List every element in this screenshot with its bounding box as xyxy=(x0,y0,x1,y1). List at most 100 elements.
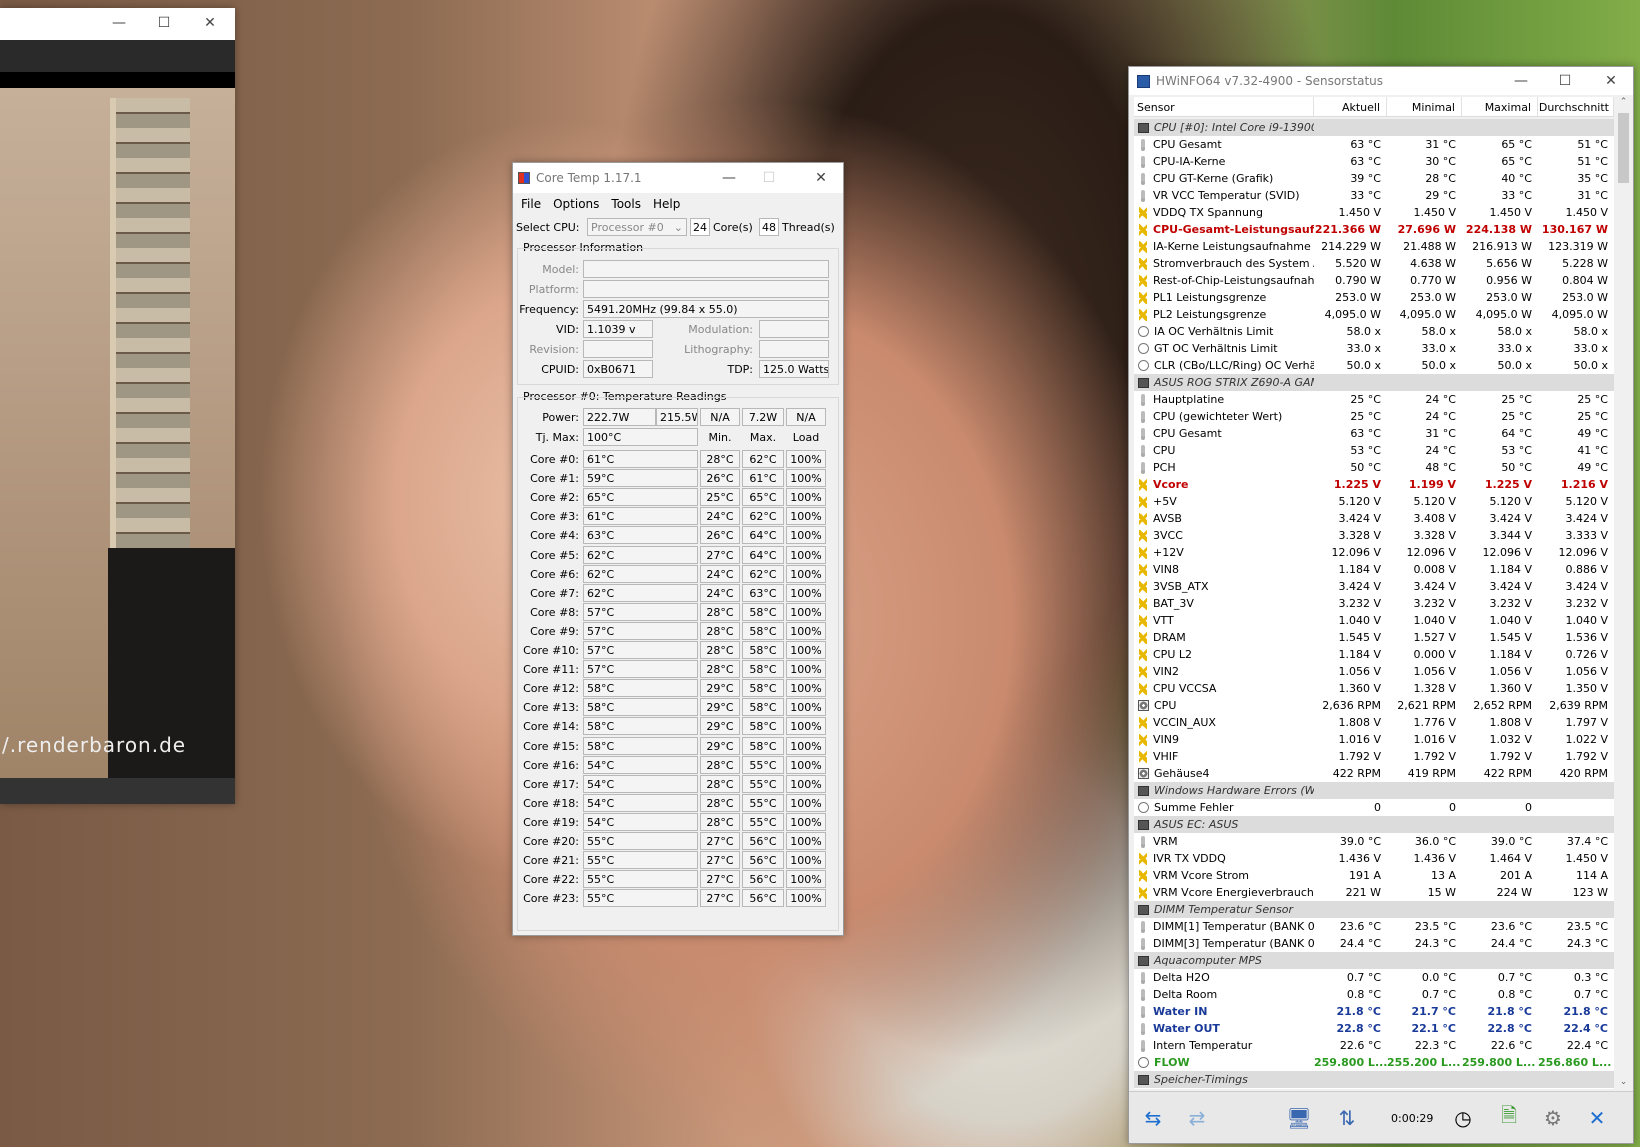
sensor-row[interactable]: IA OC Verhältnis Limit 58.0 x 58.0 x 58.0 x… xyxy=(1134,323,1614,340)
sensor-row[interactable]: VRM Vcore Strom 191 A 13 A 201 A 114 A xyxy=(1134,867,1614,884)
sensor-row[interactable]: Hauptplatine 25 °C 24 °C 25 °C 25 °C xyxy=(1134,391,1614,408)
sensor-row[interactable]: VRM 39.0 °C 36.0 °C 39.0 °C 37.4 °C xyxy=(1134,833,1614,850)
sensor-row[interactable]: Water OUT 22.8 °C 22.1 °C 22.8 °C 22.4 °C xyxy=(1134,1020,1614,1037)
nav-arrows-icon[interactable]: ⇆ xyxy=(1133,1100,1173,1136)
sensor-row[interactable]: DIMM[3] Temperatur (BANK 0/... 24.4 °C 24.… xyxy=(1134,935,1614,952)
sensor-row[interactable]: Summe Fehler 0 0 0 xyxy=(1134,799,1614,816)
sensor-group-row[interactable]: DIMM Temperatur Sensor xyxy=(1134,901,1614,918)
sensor-row[interactable]: CPU GT-Kerne (Grafik) 39 °C 28 °C 40 °C 35 °… xyxy=(1134,170,1614,187)
scroll-up-icon[interactable]: ⌃ xyxy=(1616,97,1631,107)
sensor-row[interactable]: 3VSB_ATX 3.424 V 3.424 V 3.424 V 3.424 V xyxy=(1134,578,1614,595)
sensor-row[interactable]: VRM Vcore Energieverbrauch 221 W 15 W 224 W… xyxy=(1134,884,1614,901)
sensor-row[interactable]: DIMM[1] Temperatur (BANK 0/... 23.6 °C 23.… xyxy=(1134,918,1614,935)
select-cpu-label: Select CPU: xyxy=(516,221,580,234)
col-sensor[interactable]: Sensor xyxy=(1134,97,1314,116)
sensor-row[interactable]: IVR TX VDDQ 1.436 V 1.436 V 1.464 V 1.450 V xyxy=(1134,850,1614,867)
sensor-row[interactable]: VIN2 1.056 V 1.056 V 1.056 V 1.056 V xyxy=(1134,663,1614,680)
col-current[interactable]: Aktuell xyxy=(1314,97,1387,116)
sensor-row[interactable]: DRAM 1.545 V 1.527 V 1.545 V 1.536 V xyxy=(1134,629,1614,646)
sensor-row[interactable]: Gehäuse4 422 RPM 419 RPM 422 RPM 420 RPM xyxy=(1134,765,1614,782)
sensor-group-row[interactable]: Aquacomputer MPS xyxy=(1134,952,1614,969)
sensor-row[interactable]: VDDQ TX Spannung 1.450 V 1.450 V 1.450 V 1.4… xyxy=(1134,204,1614,221)
sensor-maximum-cell: 39.0 °C xyxy=(1490,835,1532,848)
menu-tools[interactable]: Tools xyxy=(611,197,641,211)
sensor-row[interactable]: FLOW 259.800 L... 255.200 L... 259.800 L...… xyxy=(1134,1054,1614,1071)
sensor-row[interactable]: VHIF 1.792 V 1.792 V 1.792 V 1.792 V xyxy=(1134,748,1614,765)
sensor-group-row[interactable]: Speicher-Timings xyxy=(1134,1071,1614,1088)
sensor-group-row[interactable]: ASUS EC: ASUS xyxy=(1134,816,1614,833)
minimize-button[interactable]: — xyxy=(97,8,141,38)
scroll-down-icon[interactable]: ⌄ xyxy=(1616,1077,1631,1087)
core-current-temp: 57°C xyxy=(583,621,698,640)
lightning-icon xyxy=(1139,597,1147,610)
cores-count: 24 xyxy=(690,218,710,236)
network-icon[interactable]: ⇅ xyxy=(1327,1100,1367,1136)
sensor-row[interactable]: CPU 53 °C 24 °C 53 °C 41 °C xyxy=(1134,442,1614,459)
maximize-button[interactable]: ☐ xyxy=(749,163,789,193)
sensor-row[interactable]: CPU-Gesamt-Leistungsauf... 221.366 W 27.69… xyxy=(1134,221,1614,238)
sensor-row[interactable]: Rest-of-Chip-Leistungsaufnahme 0.790 W 0.7… xyxy=(1134,272,1614,289)
menu-options[interactable]: Options xyxy=(553,197,599,211)
sensor-row[interactable]: CPU Gesamt 63 °C 31 °C 65 °C 51 °C xyxy=(1134,136,1614,153)
maximize-button[interactable]: ☐ xyxy=(142,8,186,38)
sensor-row[interactable]: 3VCC 3.328 V 3.328 V 3.344 V 3.333 V xyxy=(1134,527,1614,544)
col-minimum[interactable]: Minimal xyxy=(1387,97,1462,116)
minimize-button[interactable]: — xyxy=(1499,67,1543,95)
sensor-minimum-cell: 3.424 V xyxy=(1413,580,1456,593)
sensor-row[interactable]: Intern Temperatur 22.6 °C 22.3 °C 22.6 °C 22… xyxy=(1134,1037,1614,1054)
sensor-row[interactable]: PL2 Leistungsgrenze 4,095.0 W 4,095.0 W 4,0… xyxy=(1134,306,1614,323)
col-maximum[interactable]: Maximal xyxy=(1462,97,1538,116)
sensor-minimum-cell: 2,621 RPM xyxy=(1397,699,1456,712)
sensor-row[interactable]: CPU-IA-Kerne 63 °C 30 °C 65 °C 51 °C xyxy=(1134,153,1614,170)
sensor-row[interactable]: IA-Kerne Leistungsaufnahme 214.229 W 21.48… xyxy=(1134,238,1614,255)
col-average[interactable]: Durchschnitt xyxy=(1538,97,1614,116)
clock-icon[interactable]: ◷ xyxy=(1443,1100,1483,1136)
sensor-row[interactable]: PCH 50 °C 48 °C 50 °C 49 °C xyxy=(1134,459,1614,476)
sensor-row[interactable]: CPU 2,636 RPM 2,621 RPM 2,652 RPM 2,639 RPM xyxy=(1134,697,1614,714)
sensor-row[interactable]: CPU (gewichteter Wert) 25 °C 24 °C 25 °C 25 … xyxy=(1134,408,1614,425)
menu-help[interactable]: Help xyxy=(653,197,680,211)
sensor-group-row[interactable]: Windows Hardware Errors (W... xyxy=(1134,782,1614,799)
sensor-row[interactable]: VCCIN_AUX 1.808 V 1.776 V 1.808 V 1.797 V xyxy=(1134,714,1614,731)
report-icon[interactable]: 🗎 xyxy=(1489,1100,1529,1136)
sensor-average-cell: 51 °C xyxy=(1577,138,1608,151)
close-icon[interactable]: ✕ xyxy=(1577,1100,1617,1136)
sensor-row[interactable]: CLR (CBo/LLC/Ring) OC Verhäl... 50.0 x 50.… xyxy=(1134,357,1614,374)
sensor-row[interactable]: PL1 Leistungsgrenze 253.0 W 253.0 W 253.0 W… xyxy=(1134,289,1614,306)
menu-file[interactable]: File xyxy=(521,197,541,211)
sensor-row[interactable]: VIN8 1.184 V 0.008 V 1.184 V 0.886 V xyxy=(1134,561,1614,578)
sensor-group-row[interactable]: CPU [#0]: Intel Core i9-13900... xyxy=(1134,119,1614,136)
sensor-row[interactable]: Stromverbrauch des System A... 5.520 W 4.6… xyxy=(1134,255,1614,272)
processor-select[interactable]: Processor #0 ⌄ xyxy=(587,218,687,236)
sensor-row[interactable]: VTT 1.040 V 1.040 V 1.040 V 1.040 V xyxy=(1134,612,1614,629)
sensor-row[interactable]: Water IN 21.8 °C 21.7 °C 21.8 °C 21.8 °C xyxy=(1134,1003,1614,1020)
sensor-name-cell: PL1 Leistungsgrenze xyxy=(1134,291,1314,304)
sensor-row[interactable]: BAT_3V 3.232 V 3.232 V 3.232 V 3.232 V xyxy=(1134,595,1614,612)
sensor-row[interactable]: CPU L2 1.184 V 0.000 V 1.184 V 0.726 V xyxy=(1134,646,1614,663)
sensor-row[interactable]: +5V 5.120 V 5.120 V 5.120 V 5.120 V xyxy=(1134,493,1614,510)
sensor-row[interactable]: CPU Gesamt 63 °C 31 °C 64 °C 49 °C xyxy=(1134,425,1614,442)
scrollbar-thumb[interactable] xyxy=(1618,113,1629,183)
maximize-button[interactable]: ☐ xyxy=(1543,67,1587,95)
monitor-icon[interactable]: 🖥 xyxy=(1279,1100,1319,1136)
close-button[interactable]: ✕ xyxy=(799,163,843,193)
nav-arrows-alt-icon[interactable]: ⇄ xyxy=(1177,1100,1217,1136)
sensor-maximum-cell: 22.6 °C xyxy=(1490,1039,1532,1052)
close-button[interactable]: ✕ xyxy=(188,8,232,38)
sensor-row[interactable]: VIN9 1.016 V 1.016 V 1.032 V 1.022 V xyxy=(1134,731,1614,748)
sensor-row[interactable]: Delta H2O 0.7 °C 0.0 °C 0.7 °C 0.3 °C xyxy=(1134,969,1614,986)
sensor-row[interactable]: Vcore 1.225 V 1.199 V 1.225 V 1.216 V xyxy=(1134,476,1614,493)
scrollbar[interactable]: ⌃ ⌄ xyxy=(1616,97,1631,1087)
sensor-row[interactable]: CPU VCCSA 1.360 V 1.328 V 1.360 V 1.350 V xyxy=(1134,680,1614,697)
gear-icon[interactable]: ⚙ xyxy=(1533,1100,1573,1136)
sensor-maximum-cell: 65 °C xyxy=(1501,155,1532,168)
sensor-row[interactable]: Delta Room 0.8 °C 0.7 °C 0.8 °C 0.7 °C xyxy=(1134,986,1614,1003)
sensor-row[interactable]: GT OC Verhältnis Limit 33.0 x 33.0 x 33.0 x… xyxy=(1134,340,1614,357)
photo-watermark: /.renderbaron.de xyxy=(2,733,187,757)
minimize-button[interactable]: — xyxy=(709,163,749,193)
sensor-group-row[interactable]: ASUS ROG STRIX Z690-A GAM... xyxy=(1134,374,1614,391)
sensor-row[interactable]: VR VCC Temperatur (SVID) 33 °C 29 °C 33 °C 3… xyxy=(1134,187,1614,204)
sensor-row[interactable]: +12V 12.096 V 12.096 V 12.096 V 12.096 V xyxy=(1134,544,1614,561)
close-button[interactable]: ✕ xyxy=(1589,67,1633,95)
sensor-row[interactable]: AVSB 3.424 V 3.408 V 3.424 V 3.424 V xyxy=(1134,510,1614,527)
